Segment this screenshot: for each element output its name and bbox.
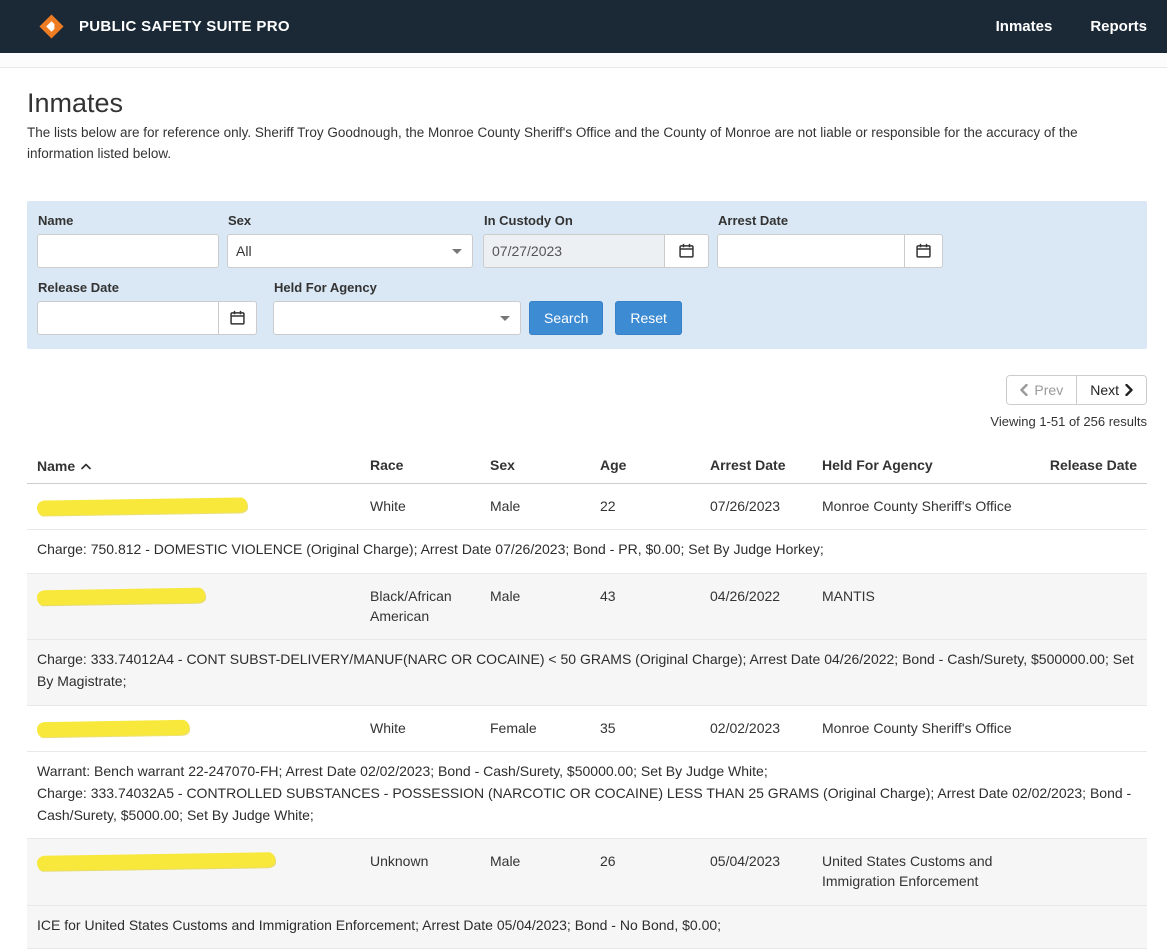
cell-release-date [1045, 719, 1137, 739]
cell-arrest-date: 04/26/2022 [710, 588, 781, 605]
table-row[interactable]: White Male 22 07/26/2023 Monroe County S… [27, 484, 1147, 531]
nav-link-inmates[interactable]: Inmates [996, 18, 1053, 35]
column-header-release-date[interactable]: Release Date [1045, 457, 1137, 474]
cell-name [36, 719, 370, 739]
results-count: Viewing 1-51 of 256 results [990, 413, 1147, 429]
cell-race: Unknown [370, 853, 429, 870]
reset-button[interactable]: Reset [615, 300, 682, 335]
release-date-input[interactable] [37, 300, 219, 335]
cell-age: 22 [600, 497, 616, 514]
table-row[interactable]: Black/African American Male 43 04/26/202… [27, 574, 1147, 641]
cell-name [36, 587, 370, 626]
arrest-date-filter-label: Arrest Date [718, 212, 789, 228]
cell-sex: Female [490, 719, 537, 736]
top-navbar: PUBLIC SAFETY SUITE PRO Inmates Reports [0, 0, 1167, 53]
cell-age: 26 [600, 853, 616, 870]
brand: PUBLIC SAFETY SUITE PRO [38, 13, 290, 40]
redacted-name-highlight [36, 852, 276, 872]
cell-race: Black/African American [370, 588, 452, 624]
cell-arrest-date: 02/02/2023 [710, 719, 781, 736]
cell-age: 43 [600, 588, 616, 605]
column-header-held-for-agency[interactable]: Held For Agency [822, 457, 1045, 474]
arrest-date-calendar-button[interactable] [905, 233, 943, 268]
cell-sex: Male [490, 497, 521, 514]
calendar-icon [230, 310, 245, 326]
pagination: Prev Next Viewing 1-51 of 256 results [27, 374, 1147, 429]
app-logo-icon [38, 13, 65, 40]
release-date-calendar-button[interactable] [219, 300, 257, 335]
cell-held-for-agency: Monroe County Sheriff's Office [822, 719, 1012, 736]
sort-asc-icon [81, 457, 91, 473]
in-custody-calendar-button[interactable] [665, 233, 709, 268]
calendar-icon [916, 243, 931, 259]
table-row[interactable]: Unknown Male 26 05/04/2023 United States… [27, 839, 1147, 906]
name-filter-label: Name [38, 212, 74, 228]
name-filter-input[interactable] [37, 233, 219, 268]
table-record: Black/African American Male 43 04/26/202… [27, 574, 1147, 706]
column-header-race[interactable]: Race [370, 457, 490, 474]
table-record: Unknown Male 26 05/04/2023 United States… [27, 839, 1147, 949]
cell-arrest-date: 07/26/2023 [710, 497, 781, 514]
chevron-left-icon [1020, 383, 1029, 396]
cell-race: White [370, 497, 406, 514]
search-button[interactable]: Search [529, 300, 604, 335]
charge-details: Charge: 750.812 - DOMESTIC VIOLENCE (Ori… [27, 530, 1147, 575]
charge-detail-line: Warrant: Bench warrant 22-247070-FH; Arr… [37, 763, 768, 780]
cell-age: 35 [600, 719, 616, 736]
prev-page-button[interactable]: Prev [1007, 375, 1077, 404]
arrest-date-input[interactable] [717, 233, 905, 268]
cell-sex: Male [490, 588, 521, 605]
sex-select-value: All [236, 242, 252, 259]
table-row[interactable]: White Female 35 02/02/2023 Monroe County… [27, 706, 1147, 753]
redacted-name-highlight [36, 497, 248, 516]
table-record: White Female 35 02/02/2023 Monroe County… [27, 705, 1147, 840]
app-title: PUBLIC SAFETY SUITE PRO [79, 18, 290, 35]
in-custody-input[interactable] [483, 233, 665, 268]
disclaimer-text: The lists below are for reference only. … [27, 125, 1078, 161]
filter-panel: Name Sex All In Custody On 07/27/2023 Ar… [27, 200, 1147, 349]
column-header-name[interactable]: Name [37, 457, 370, 474]
cell-held-for-agency: MANTIS [822, 588, 875, 605]
held-for-agency-select[interactable] [273, 300, 521, 335]
table-header-row: Name Race Sex Age Arrest Date Held For A… [27, 449, 1147, 484]
in-custody-label: In Custody On [484, 212, 573, 228]
calendar-icon [679, 243, 694, 259]
charge-detail-line: Charge: 750.812 - DOMESTIC VIOLENCE (Ori… [37, 541, 824, 558]
charge-details: Charge: 333.74012A4 - CONT SUBST-DELIVER… [27, 640, 1147, 706]
cell-sex: Male [490, 853, 521, 870]
cell-name [36, 852, 370, 891]
redacted-name-highlight [36, 719, 190, 737]
column-header-arrest-date[interactable]: Arrest Date [710, 457, 822, 474]
charge-details: ICE for United States Customs and Immigr… [27, 906, 1147, 949]
nav-links: Inmates Reports [996, 18, 1147, 35]
column-header-age[interactable]: Age [600, 457, 710, 474]
next-page-button[interactable]: Next [1076, 375, 1146, 404]
cell-race: White [370, 719, 406, 736]
main-content: Inmates The lists below are for referenc… [0, 88, 1167, 949]
charge-detail-line: Charge: 333.74032A5 - CONTROLLED SUBSTAN… [37, 784, 1132, 823]
table-record: White Male 22 07/26/2023 Monroe County S… [27, 483, 1147, 575]
column-header-sex[interactable]: Sex [490, 457, 600, 474]
redacted-name-highlight [36, 587, 206, 606]
cell-name [36, 497, 370, 517]
inmate-rows: White Male 22 07/26/2023 Monroe County S… [27, 483, 1147, 949]
cell-release-date [1045, 497, 1137, 517]
page-top-divider [0, 53, 1167, 68]
cell-arrest-date: 05/04/2023 [710, 853, 781, 870]
page-title: Inmates [27, 88, 124, 118]
nav-link-reports[interactable]: Reports [1090, 18, 1147, 35]
release-date-filter-label: Release Date [38, 279, 119, 295]
sex-select[interactable]: All [227, 233, 473, 268]
charge-details: Warrant: Bench warrant 22-247070-FH; Arr… [27, 752, 1147, 840]
cell-release-date [1045, 587, 1137, 626]
held-for-agency-filter-label: Held For Agency [274, 279, 377, 295]
charge-detail-line: ICE for United States Customs and Immigr… [37, 916, 722, 933]
cell-held-for-agency: United States Customs and Immigration En… [822, 853, 993, 889]
inmates-table: Name Race Sex Age Arrest Date Held For A… [27, 449, 1147, 949]
chevron-right-icon [1125, 383, 1133, 396]
cell-release-date [1045, 852, 1137, 891]
charge-detail-line: Charge: 333.74012A4 - CONT SUBST-DELIVER… [37, 651, 1134, 689]
sex-filter-label: Sex [228, 212, 252, 228]
cell-held-for-agency: Monroe County Sheriff's Office [822, 497, 1012, 514]
